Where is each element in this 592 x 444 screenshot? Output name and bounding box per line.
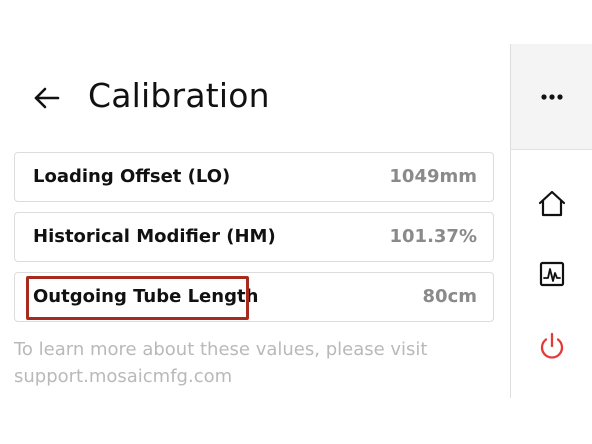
activity-chart-icon [539, 261, 565, 287]
back-button[interactable] [28, 80, 64, 116]
setting-label: Historical Modifier (HM) [33, 226, 276, 247]
sidebar [510, 44, 592, 398]
sidebar-menu-area [511, 44, 592, 150]
home-icon [538, 190, 566, 217]
highlight-annotation-box [26, 276, 249, 320]
arrow-left-icon [34, 87, 60, 109]
more-options-button[interactable] [532, 82, 572, 112]
activity-button[interactable] [534, 256, 570, 292]
home-button[interactable] [534, 186, 570, 222]
power-icon [540, 332, 564, 359]
setting-value: 101.37% [389, 226, 478, 247]
more-horizontal-icon [541, 94, 563, 100]
help-text: To learn more about these values, please… [14, 339, 428, 387]
page-header: Calibration [0, 0, 510, 150]
setting-row-loading-offset[interactable]: Loading Offset (LO) 1049mm [14, 152, 494, 202]
setting-value: 1049mm [389, 166, 477, 187]
setting-row-historical-modifier[interactable]: Historical Modifier (HM) 101.37% [14, 212, 494, 262]
setting-label: Loading Offset (LO) [33, 166, 231, 187]
power-button[interactable] [534, 328, 570, 364]
main-panel: Calibration Loading Offset (LO) 1049mm H… [0, 0, 510, 444]
page-title: Calibration [88, 76, 270, 115]
setting-value: 80cm [422, 286, 477, 307]
